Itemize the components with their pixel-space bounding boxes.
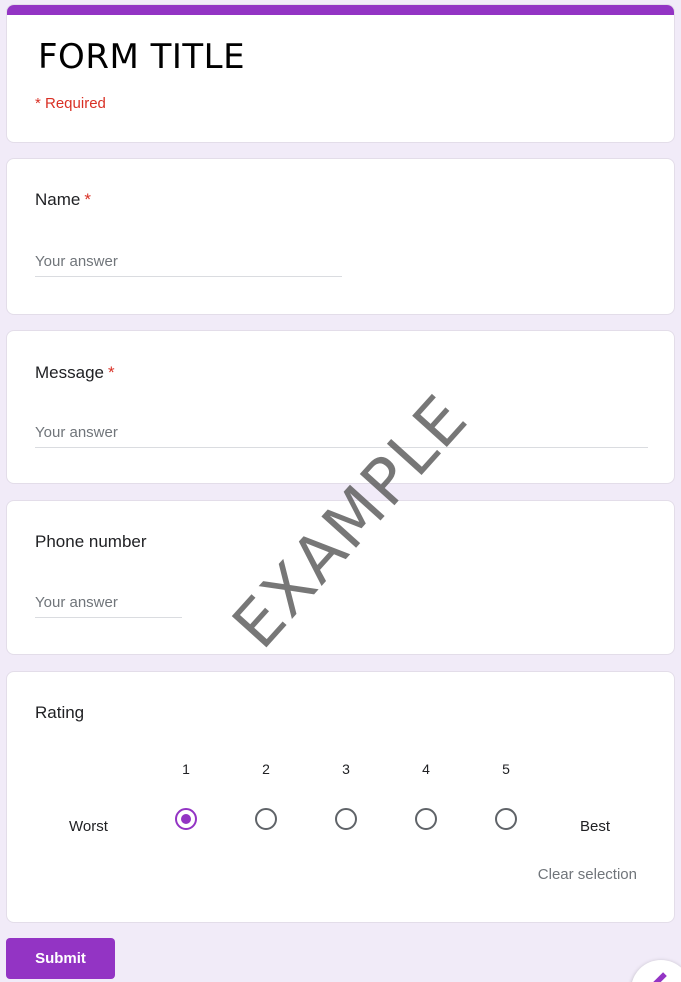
rating-radio-1[interactable] — [175, 808, 197, 830]
rating-radio-4[interactable] — [415, 808, 437, 830]
scale-label-1: 1 — [182, 761, 190, 777]
scale-label-5: 5 — [502, 761, 510, 777]
required-star: * — [107, 363, 115, 382]
name-input[interactable]: Your answer — [35, 253, 342, 277]
message-input[interactable]: Your answer — [35, 424, 648, 448]
scale-label-2: 2 — [262, 761, 270, 777]
edit-fab[interactable] — [631, 960, 681, 982]
question-label-message: Message * — [35, 363, 115, 383]
rating-radio-3[interactable] — [335, 808, 357, 830]
submit-button[interactable]: Submit — [6, 938, 115, 979]
scale-high-label: Best — [580, 818, 611, 835]
clear-selection-link[interactable]: Clear selection — [538, 866, 637, 883]
rating-radio-2[interactable] — [255, 808, 277, 830]
name-label-text: Name — [35, 190, 81, 209]
question-label-phone: Phone number — [35, 532, 147, 551]
question-label-rating: Rating — [35, 703, 85, 722]
form-header-card: FORM TITLE * Required — [6, 4, 675, 143]
required-star: * — [84, 190, 91, 209]
scale-label-3: 3 — [342, 761, 350, 777]
question-card-name: Name * Your answer — [6, 158, 675, 315]
scale-label-4: 4 — [422, 761, 430, 777]
edit-icon — [653, 972, 667, 982]
message-label-text: Message — [35, 363, 104, 382]
scale-low-label: Worst — [69, 818, 108, 835]
required-note: * Required — [35, 95, 106, 112]
question-label-name: Name * — [35, 190, 91, 210]
question-card-rating: Rating 1 2 3 4 5 Worst Best Clear select… — [6, 671, 675, 923]
form-title: FORM TITLE — [38, 37, 246, 77]
header-accent-bar — [7, 5, 674, 15]
phone-input[interactable]: Your answer — [35, 594, 182, 618]
question-card-phone: Phone number Your answer — [6, 500, 675, 655]
rating-radio-5[interactable] — [495, 808, 517, 830]
question-card-message: Message * Your answer — [6, 330, 675, 484]
